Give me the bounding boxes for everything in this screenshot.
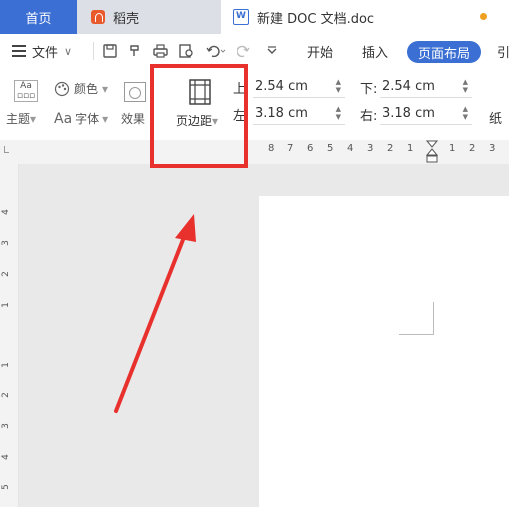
annotation-arrow bbox=[114, 214, 196, 413]
